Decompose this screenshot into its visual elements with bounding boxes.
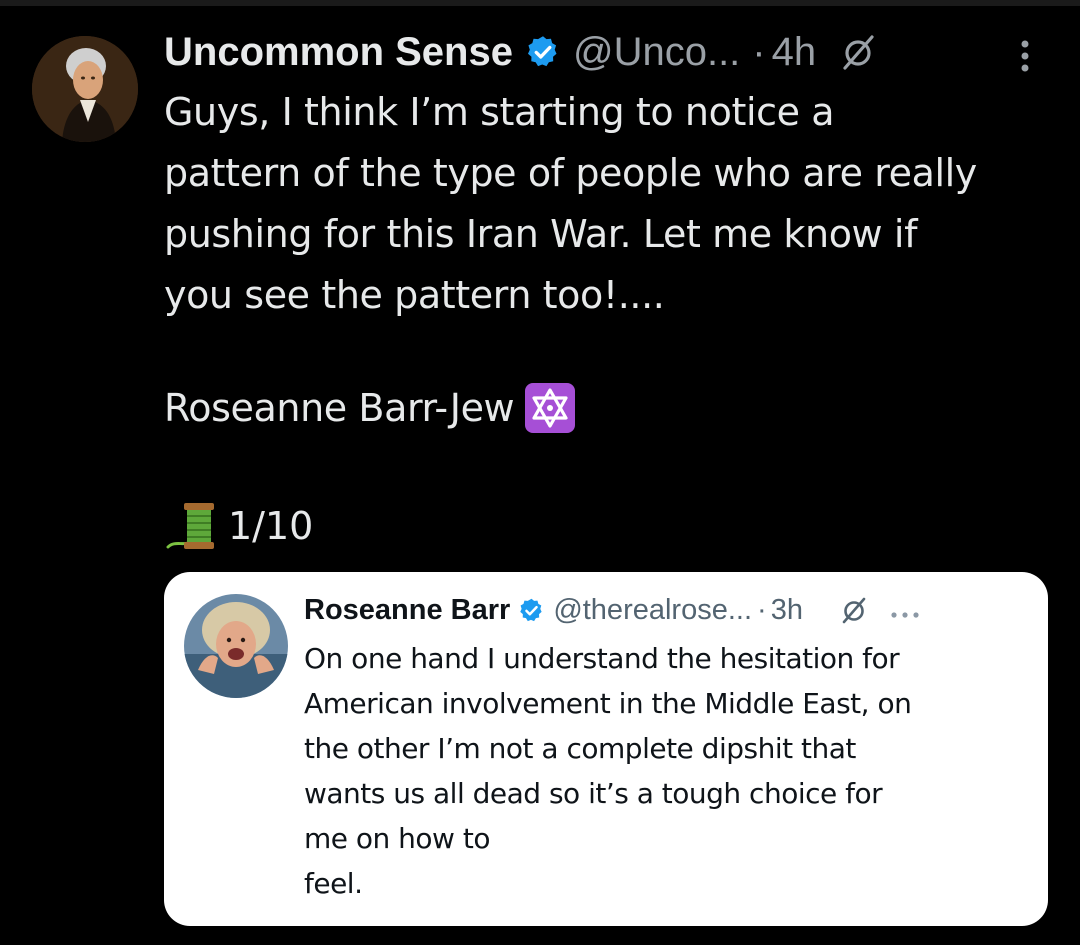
author-handle[interactable]: @Unco...: [573, 30, 740, 75]
quoted-author-handle[interactable]: @therealrose...: [553, 594, 752, 627]
timestamp[interactable]: 4h: [772, 30, 817, 75]
star-of-david-emoji-icon: [524, 382, 576, 434]
tweet-text: Guys, I think I’m starting to notice a p…: [164, 90, 977, 317]
quoted-verified-badge-icon: [518, 597, 545, 624]
quoted-author-name[interactable]: Roseanne Barr: [304, 594, 510, 627]
tweet[interactable]: Uncommon Sense @Unco... · 4h Guys, I thi…: [0, 0, 1080, 945]
quoted-more-options-icon[interactable]: [889, 605, 921, 618]
spool-of-thread-emoji-icon: [164, 497, 222, 555]
quoted-tweet-text: On one hand I understand the hesitation …: [304, 642, 912, 900]
quoted-tweet-card[interactable]: Roseanne Barr @therealrose... · 3h On on…: [164, 572, 1048, 926]
author-avatar[interactable]: [32, 36, 138, 142]
thread-count-text: 1/10: [228, 504, 314, 548]
thread-indicator: 1/10: [164, 496, 313, 556]
quoted-timestamp[interactable]: 3h: [771, 594, 803, 627]
separator-dot: ·: [752, 29, 766, 74]
verified-badge-icon: [525, 34, 561, 70]
more-options-icon[interactable]: [1018, 36, 1032, 76]
author-name[interactable]: Uncommon Sense: [164, 30, 513, 75]
quoted-grok-icon[interactable]: [839, 595, 869, 625]
grok-icon[interactable]: [838, 32, 878, 72]
tweet-header: Uncommon Sense @Unco... · 4h: [164, 24, 878, 80]
signature-text: Roseanne Barr-Jew: [164, 386, 515, 430]
tweet-signature-line: Roseanne Barr-Jew: [164, 378, 576, 438]
quoted-separator-dot: ·: [757, 593, 767, 626]
quoted-author-avatar[interactable]: [184, 594, 288, 698]
quoted-tweet-header: Roseanne Barr @therealrose... · 3h: [304, 588, 921, 632]
